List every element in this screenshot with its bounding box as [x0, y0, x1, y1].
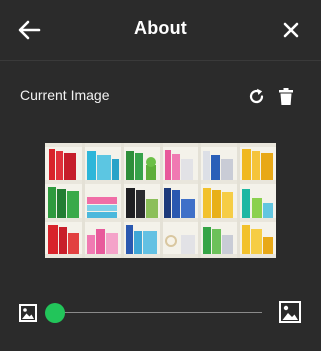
- zoom-slider[interactable]: [19, 300, 304, 326]
- slider-thumb[interactable]: [45, 303, 65, 323]
- delete-button[interactable]: [279, 88, 293, 105]
- image-small-icon: [19, 304, 37, 322]
- trash-icon: [279, 88, 293, 105]
- rotate-button[interactable]: [248, 88, 265, 105]
- page-title: About: [134, 18, 187, 38]
- image-large-icon: [279, 301, 301, 323]
- rotate-icon: [249, 88, 264, 104]
- header-divider: [0, 60, 321, 61]
- header: About: [0, 0, 321, 60]
- close-icon: [283, 22, 299, 38]
- current-image-label: Current Image: [20, 87, 110, 103]
- close-button[interactable]: [283, 22, 299, 38]
- slider-track[interactable]: [52, 312, 262, 313]
- current-image: [45, 143, 276, 258]
- bookshelf-photo: [45, 143, 276, 258]
